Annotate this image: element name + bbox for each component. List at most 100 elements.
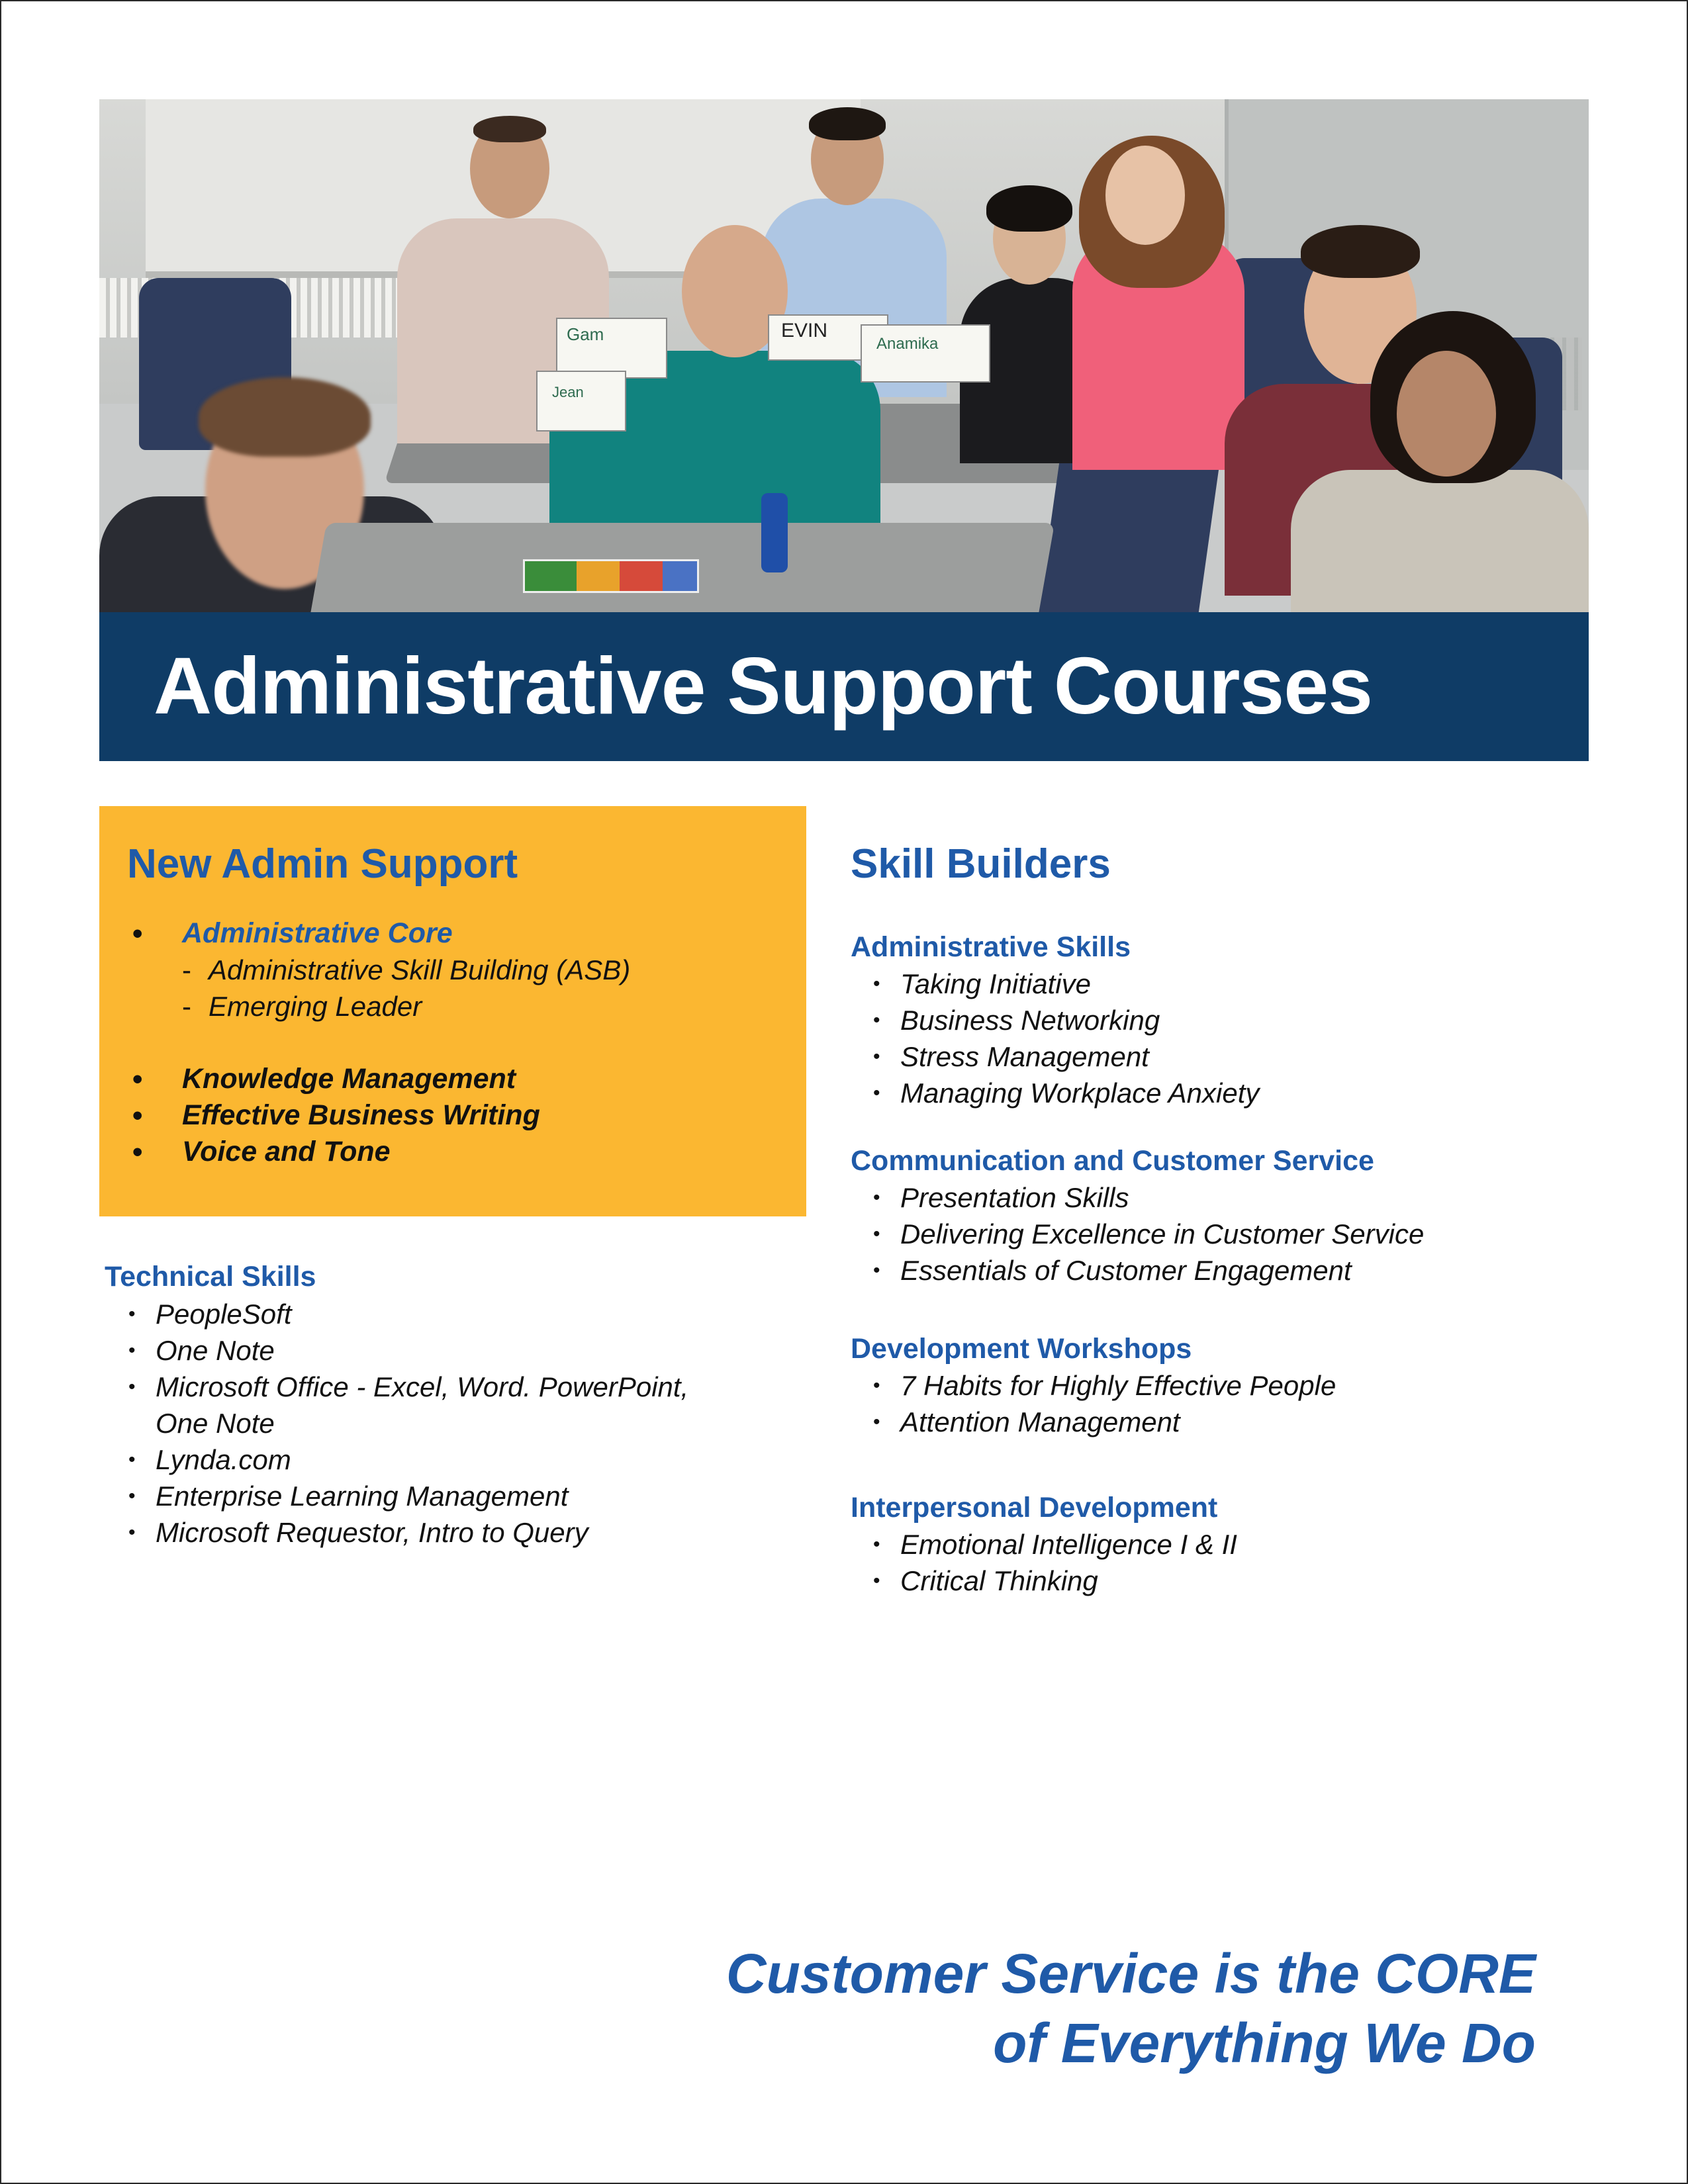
tagline-line-1: Customer Service is the CORE [726, 1942, 1536, 2005]
skill-builders-heading: Skill Builders [851, 841, 1111, 887]
bullet-icon: • [128, 1485, 136, 1507]
photo-bottle [761, 493, 788, 572]
photo-name-card-label: EVIN [781, 320, 828, 341]
dash-icon: - [182, 991, 191, 1022]
photo-name-card: Gam [556, 318, 667, 379]
bullet-icon: • [132, 1136, 143, 1168]
list-item-continuation: One Note [106, 1405, 688, 1441]
list-item: • Enterprise Learning Management [106, 1478, 688, 1514]
list-item: • Attention Management [851, 1404, 1336, 1440]
new-admin-heading: New Admin Support [127, 841, 518, 887]
list-item: • Stress Management [851, 1038, 1259, 1075]
list-item: • Knowledge Management [99, 1061, 540, 1097]
photo-person [1291, 470, 1589, 612]
photo-hair [473, 116, 546, 142]
page-title: Administrative Support Courses [154, 641, 1373, 731]
bullet-icon: • [132, 1063, 143, 1095]
bullet-icon: • [873, 1533, 880, 1555]
bullet-icon: • [873, 1009, 880, 1031]
photo-handout [523, 559, 699, 593]
new-admin-box: New Admin Support • Administrative Core … [99, 806, 806, 1216]
technical-skills-list: • PeopleSoft • One Note • Microsoft Office … [106, 1296, 688, 1551]
item-label: Managing Workplace Anxiety [900, 1077, 1260, 1109]
item-label: PeopleSoft [156, 1298, 292, 1330]
list-item: • Effective Business Writing [99, 1097, 540, 1134]
core-label: Administrative Core [182, 917, 453, 949]
dash-icon: - [182, 954, 191, 985]
list-item: • Microsoft Requestor, Intro to Query [106, 1514, 688, 1551]
list-item: • Business Networking [851, 1002, 1259, 1038]
bullet-icon: • [132, 917, 143, 950]
list-item: • Essentials of Customer Engagement [851, 1252, 1424, 1289]
bullet-icon: • [873, 1411, 880, 1433]
photo-hair [1301, 225, 1420, 278]
list-item: • Lynda.com [106, 1441, 688, 1478]
communication-list: • Presentation Skills • Delivering Excelle… [851, 1179, 1424, 1289]
bullet-icon: • [873, 973, 880, 995]
bullet-icon: • [128, 1340, 136, 1361]
group-heading-administrative-skills: Administrative Skills [851, 931, 1131, 963]
tagline-line-2: of Everything We Do [993, 2012, 1536, 2074]
photo-name-card: Anamika [861, 324, 990, 383]
new-admin-list: • Knowledge Management • Effective Busines… [99, 1061, 540, 1170]
photo-name-card-label: Jean [552, 384, 584, 400]
sub-item-label: Emerging Leader [209, 991, 422, 1022]
item-label: Attention Management [900, 1406, 1180, 1437]
photo-hair [809, 107, 886, 140]
group-heading-communication: Communication and Customer Service [851, 1145, 1374, 1177]
bullet-icon: • [128, 1522, 136, 1543]
bullet-icon: • [873, 1223, 880, 1245]
tagline: Customer Service is the CORE of Everythi… [726, 1939, 1536, 2078]
item-label: Emotional Intelligence I & II [900, 1529, 1237, 1560]
item-label: Essentials of Customer Engagement [900, 1255, 1352, 1286]
item-label: 7 Habits for Highly Effective People [900, 1370, 1336, 1401]
item-label: Enterprise Learning Management [156, 1480, 569, 1512]
photo-person-head [1397, 351, 1496, 477]
bullet-icon: • [873, 1375, 880, 1396]
list-item: • Managing Workplace Anxiety [851, 1075, 1259, 1111]
photo-name-card-label: Anamika [876, 335, 939, 353]
list-item: • Microsoft Office - Excel, Word. PowerPo… [106, 1369, 688, 1405]
photo-name-card-label: Gam [567, 324, 604, 344]
item-label: Presentation Skills [900, 1182, 1129, 1213]
item-label: Knowledge Management [182, 1063, 516, 1095]
item-label: Lynda.com [156, 1444, 291, 1475]
title-banner: Administrative Support Courses [99, 612, 1589, 761]
list-item: • Presentation Skills [851, 1179, 1424, 1216]
sub-item-label: Administrative Skill Building (ASB) [209, 954, 631, 985]
item-label: Effective Business Writing [182, 1099, 540, 1131]
list-item: • 7 Habits for Highly Effective People [851, 1367, 1336, 1404]
sub-list-item: - Administrative Skill Building (ASB) [99, 952, 630, 988]
group-heading-interpersonal: Interpersonal Development [851, 1492, 1218, 1524]
interpersonal-list: • Emotional Intelligence I & II • Critical… [851, 1526, 1237, 1599]
development-list: • 7 Habits for Highly Effective People • A… [851, 1367, 1336, 1440]
list-item: • Emotional Intelligence I & II [851, 1526, 1237, 1563]
list-item: • Delivering Excellence in Customer Servi… [851, 1216, 1424, 1252]
item-label: One Note [156, 1408, 275, 1439]
bullet-icon: • [132, 1099, 143, 1132]
core-sub-list: - Administrative Skill Building (ASB) - Em… [99, 952, 630, 1024]
photo-hair [986, 185, 1072, 232]
item-label: Microsoft Office - Excel, Word. PowerPoi… [156, 1371, 689, 1402]
bullet-icon: • [873, 1187, 880, 1208]
administrative-skills-list: • Taking Initiative • Business Networking … [851, 966, 1259, 1111]
list-item: • One Note [106, 1332, 688, 1369]
item-label: Microsoft Requestor, Intro to Query [156, 1517, 588, 1548]
item-label: One Note [156, 1335, 275, 1366]
bullet-icon: • [873, 1082, 880, 1104]
bullet-icon: • [128, 1449, 136, 1471]
bullet-icon: • [873, 1046, 880, 1068]
list-item: • Voice and Tone [99, 1134, 540, 1170]
item-label: Voice and Tone [182, 1136, 391, 1167]
bullet-icon: • [128, 1376, 136, 1398]
list-item: • PeopleSoft [106, 1296, 688, 1332]
bullet-icon: • [873, 1259, 880, 1281]
photo-hair [199, 377, 371, 457]
bullet-icon: • [873, 1570, 880, 1592]
bullet-icon: • [128, 1303, 136, 1325]
item-label: Stress Management [900, 1041, 1149, 1072]
item-label: Taking Initiative [900, 968, 1091, 999]
item-label: Business Networking [900, 1005, 1160, 1036]
sub-list-item: - Emerging Leader [99, 988, 630, 1024]
hero-photo: Gam EVIN Anamika Jean [99, 99, 1589, 612]
